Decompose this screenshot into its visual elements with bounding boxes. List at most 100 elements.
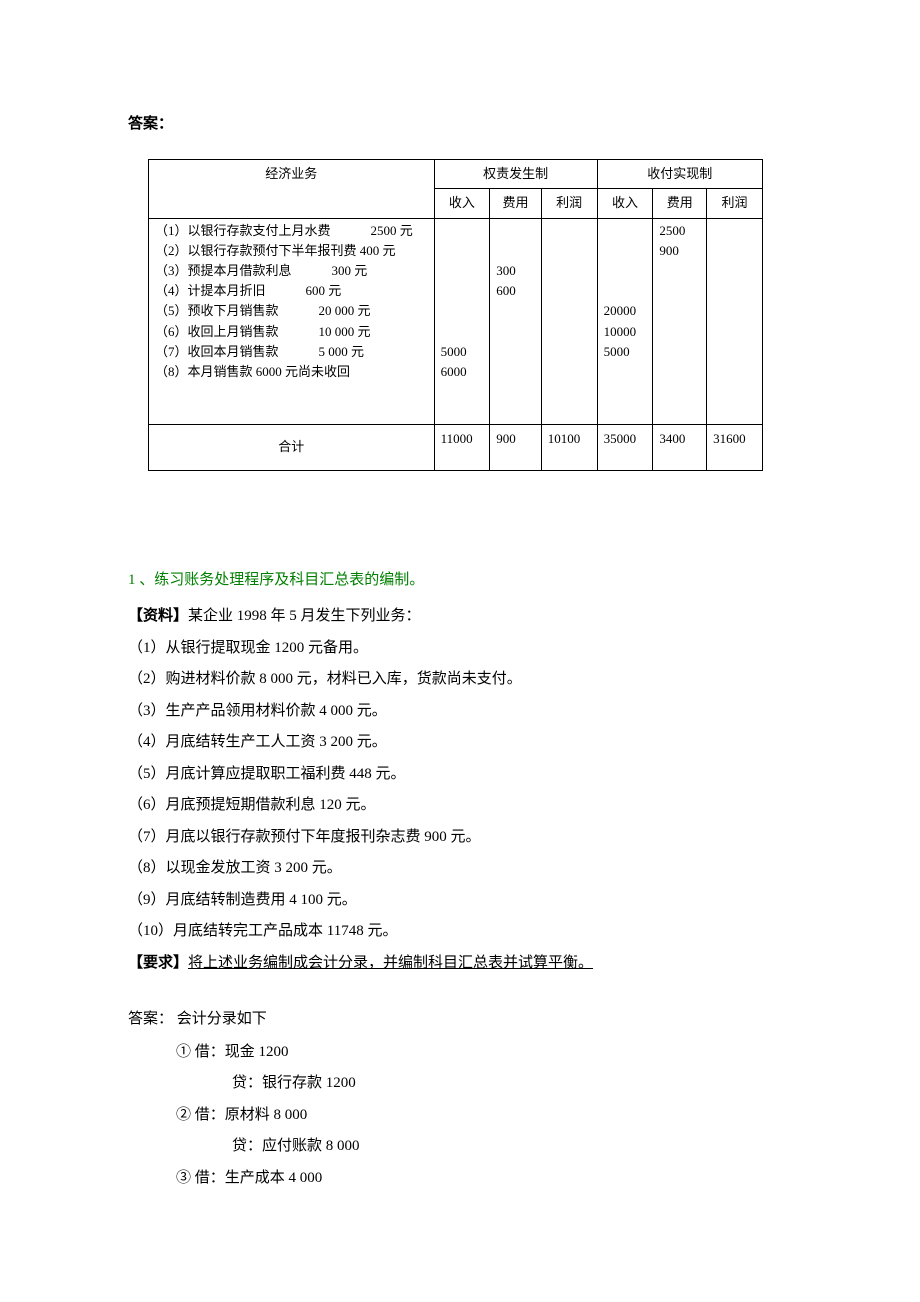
cell-value (496, 322, 535, 342)
material-line: 【资料】某企业 1998 年 5 月发生下列业务： (128, 602, 792, 631)
biz-desc: （5）预收下月销售款 (155, 301, 279, 321)
cell-value: 20000 (604, 301, 647, 321)
col-header-business: 经济业务 (149, 159, 435, 218)
cell-value (604, 362, 647, 382)
cell-value (713, 342, 756, 362)
cell-value (496, 301, 535, 321)
cell-value (604, 241, 647, 261)
cell-value (713, 221, 756, 241)
cell-value (548, 322, 591, 342)
cell-value: 10000 (604, 322, 647, 342)
col-group-cash: 收付实现制 (597, 159, 762, 189)
exercise-title-num: 1 、 (128, 572, 154, 588)
cell-value (496, 241, 535, 261)
biz-line: （7）收回本月销售款5 000 元 (155, 342, 428, 362)
total-c-profit: 31600 (707, 425, 763, 471)
cell-value (659, 301, 700, 321)
comparison-table: 经济业务 权责发生制 收付实现制 收入 费用 利润 收入 费用 利润 （1）以银… (148, 159, 763, 471)
requirement-label: 【要求】 (128, 955, 188, 971)
cell-value: 900 (659, 241, 700, 261)
exercise-item: （1）从银行提取现金 1200 元备用。 (128, 634, 792, 663)
col-group-accrual: 权责发生制 (434, 159, 597, 189)
biz-line: （8）本月销售款 6000 元尚未收回 (155, 362, 428, 382)
col-header-profit-c: 利润 (707, 189, 763, 219)
cell-value: 6000 (441, 362, 484, 382)
biz-line: （4）计提本月折旧 600 元 (155, 281, 428, 301)
biz-desc: （6）收回上月销售款 (155, 322, 279, 342)
cell-value (441, 281, 484, 301)
exercise-item: （2）购进材料价款 8 000 元，材料已入库，货款尚未支付。 (128, 665, 792, 694)
cell-value (441, 241, 484, 261)
cell-value (713, 301, 756, 321)
total-a-expense: 900 (490, 425, 542, 471)
cell-value (604, 281, 647, 301)
biz-line: （5）预收下月销售款 20 000 元 (155, 301, 428, 321)
material-label: 【资料】 (128, 608, 188, 624)
table-total-row: 合计 11000 900 10100 35000 3400 31600 (149, 425, 763, 471)
requirement-line: 【要求】将上述业务编制成会计分录，并编制科目汇总表并试算平衡。 (128, 949, 792, 978)
cell-value (713, 261, 756, 281)
biz-desc: （3）预提本月借款利息 (155, 261, 292, 281)
total-a-income: 11000 (434, 425, 490, 471)
col-header-expense-c: 费用 (653, 189, 707, 219)
cell-value: 5000 (604, 342, 647, 362)
exercise-item: （5）月底计算应提取职工福利费 448 元。 (128, 760, 792, 789)
total-c-expense: 3400 (653, 425, 707, 471)
biz-amount: 600 元 (306, 281, 342, 301)
biz-amount: 300 元 (332, 261, 368, 281)
biz-line: （2）以银行存款预付下半年报刊费 400 元 (155, 241, 428, 261)
document-page: 答案： 经济业务 权责发生制 收付实现制 收入 费用 利润 收入 费用 利润 （… (0, 0, 920, 1302)
col-header-income-a: 收入 (434, 189, 490, 219)
answer2-label: 答案： 会计分录如下 (128, 1005, 792, 1034)
cell-value (548, 261, 591, 281)
biz-line: （1）以银行存款支付上月水费2500 元 (155, 221, 428, 241)
col-header-income-c: 收入 (597, 189, 653, 219)
cell-value (659, 342, 700, 362)
exercise-title: 1 、练习账务处理程序及科目汇总表的编制。 (128, 566, 792, 595)
biz-desc: （7）收回本月销售款 (155, 342, 279, 362)
cell-value (548, 281, 591, 301)
cell-value (604, 221, 647, 241)
biz-desc: （4）计提本月折旧 (155, 281, 266, 301)
cell-value (548, 221, 591, 241)
cell-value (659, 322, 700, 342)
cell-value: 600 (496, 281, 535, 301)
biz-line: （3）预提本月借款利息 300 元 (155, 261, 428, 281)
journal-debit: ③ 借：生产成本 4 000 (176, 1164, 792, 1193)
cell-value (441, 221, 484, 241)
exercise-item: （8）以现金发放工资 3 200 元。 (128, 854, 792, 883)
biz-amount: 10 000 元 (319, 322, 371, 342)
cell-value (713, 241, 756, 261)
exercise-item: （7）月底以银行存款预付下年度报刊杂志费 900 元。 (128, 823, 792, 852)
cell-value (659, 261, 700, 281)
cell-value (496, 221, 535, 241)
material-text: 某企业 1998 年 5 月发生下列业务： (188, 608, 421, 624)
exercise-title-text: 练习账务处理程序及科目汇总表的编制。 (154, 572, 424, 588)
cell-value: 2500 (659, 221, 700, 241)
biz-desc: （2）以银行存款预付下半年报刊费 400 元 (155, 241, 396, 261)
journal-debit: ② 借：原材料 8 000 (176, 1101, 792, 1130)
journal-credit: 贷：应付账款 8 000 (232, 1132, 792, 1161)
cell-value (548, 241, 591, 261)
journal-credit: 贷：银行存款 1200 (232, 1069, 792, 1098)
cell-value (548, 362, 591, 382)
cell-value (604, 261, 647, 281)
exercise-item: （9）月底结转制造费用 4 100 元。 (128, 886, 792, 915)
answer-label: 答案： (128, 110, 792, 139)
biz-line: （6）收回上月销售款 10 000 元 (155, 322, 428, 342)
total-c-income: 35000 (597, 425, 653, 471)
cell-value (548, 342, 591, 362)
cell-value (659, 362, 700, 382)
table-data-row: （1）以银行存款支付上月水费2500 元（2）以银行存款预付下半年报刊费 400… (149, 218, 763, 424)
biz-amount: 2500 元 (371, 221, 413, 241)
col-header-profit-a: 利润 (541, 189, 597, 219)
exercise-item: （4）月底结转生产工人工资 3 200 元。 (128, 728, 792, 757)
cell-value (659, 281, 700, 301)
total-label: 合计 (149, 425, 435, 471)
biz-amount: 20 000 元 (319, 301, 371, 321)
cell-value: 300 (496, 261, 535, 281)
cell-value (713, 281, 756, 301)
cell-value (441, 322, 484, 342)
exercise-item: （6）月底预提短期借款利息 120 元。 (128, 791, 792, 820)
exercise-item: （3）生产产品领用材料价款 4 000 元。 (128, 697, 792, 726)
